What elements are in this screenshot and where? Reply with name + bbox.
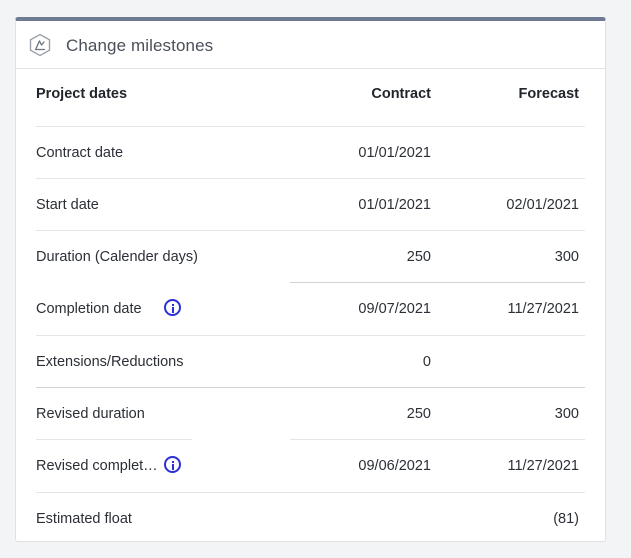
table-row: Start date 01/01/2021 02/01/2021 xyxy=(16,179,605,231)
row-contract-value: 09/07/2021 xyxy=(358,301,431,317)
row-label: Completion date xyxy=(36,301,142,317)
table-row: Contract date 01/01/2021 xyxy=(16,127,605,179)
row-contract-value: 0 xyxy=(422,354,431,370)
row-forecast-value: 11/27/2021 xyxy=(507,301,580,317)
row-label: Extensions/Reductions xyxy=(36,354,184,370)
row-contract-value: 250 xyxy=(406,406,431,422)
card-header: Change milestones xyxy=(16,21,605,69)
row-contract-value: 01/01/2021 xyxy=(358,197,431,213)
row-label: Contract date xyxy=(36,145,124,161)
row-contract-value: 250 xyxy=(406,249,431,265)
row-forecast-value: 300 xyxy=(554,406,579,422)
table-row: Revised complet… 09/06/2021 11/27/2021 xyxy=(16,440,605,492)
row-forecast-value: (81) xyxy=(553,511,579,527)
column-header-contract: Contract xyxy=(371,86,431,102)
column-header-forecast: Forecast xyxy=(518,86,579,102)
table-row: Revised duration 250 300 xyxy=(16,388,605,440)
row-label: Duration (Calender days) xyxy=(36,249,198,265)
row-contract-value: 09/06/2021 xyxy=(358,458,431,474)
change-milestones-card: Change milestones Project dates Contract… xyxy=(15,17,606,542)
column-header-project-dates: Project dates xyxy=(36,86,128,102)
card-title: Change milestones xyxy=(66,36,214,55)
table-row: Extensions/Reductions 0 xyxy=(16,336,605,388)
table-row: Estimated float (81) xyxy=(16,493,605,545)
row-forecast-value: 300 xyxy=(554,249,579,265)
row-label: Start date xyxy=(36,197,99,213)
table-row: Completion date 09/07/2021 11/27/2021 xyxy=(16,283,605,335)
info-icon[interactable] xyxy=(164,456,181,473)
row-forecast-value: 02/01/2021 xyxy=(506,197,579,213)
row-label: Revised complet… xyxy=(36,458,158,474)
info-icon[interactable] xyxy=(164,299,181,316)
table-row: Duration (Calender days) 250 300 xyxy=(16,231,605,283)
row-forecast-value: 11/27/2021 xyxy=(507,458,580,474)
row-contract-value: 01/01/2021 xyxy=(358,145,431,161)
row-label: Revised duration xyxy=(36,406,145,422)
row-label: Estimated float xyxy=(36,511,132,527)
milestone-hexagon-icon xyxy=(29,33,51,57)
